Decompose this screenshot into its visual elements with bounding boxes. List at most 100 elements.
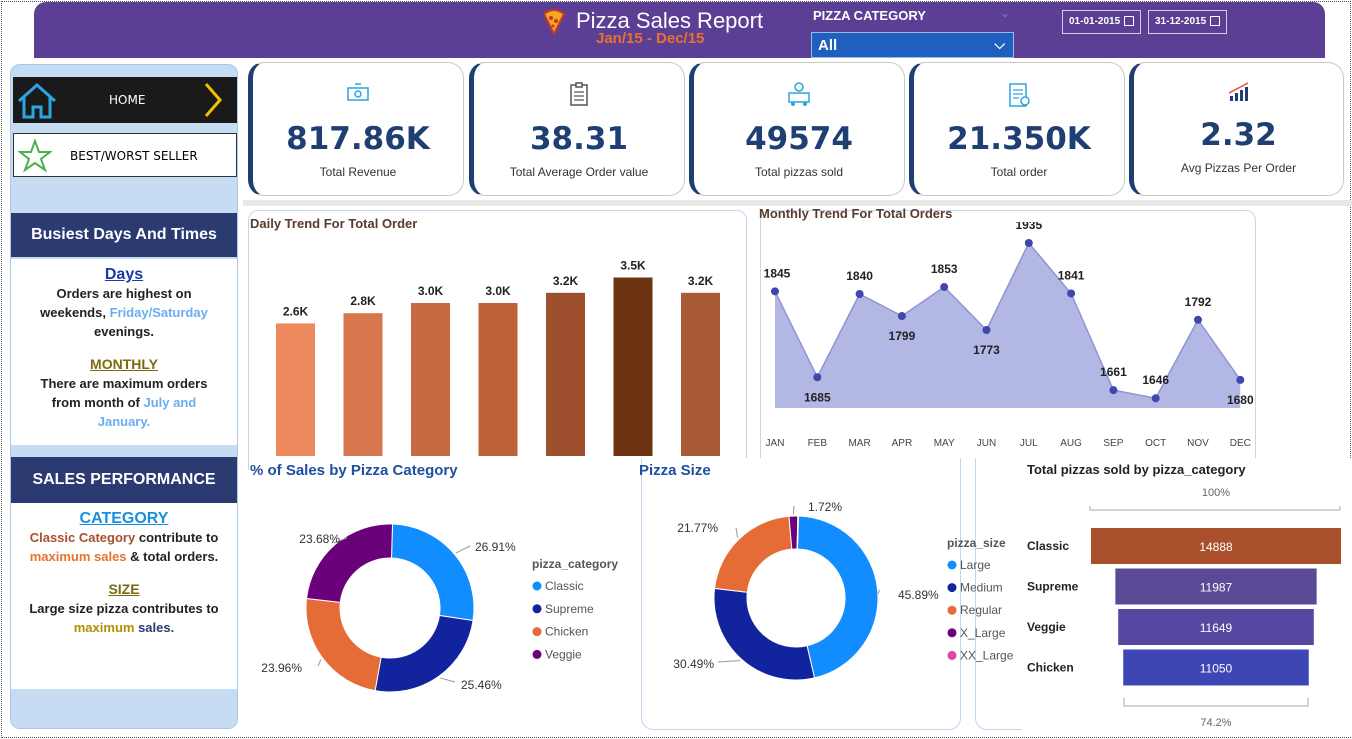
monthly-point	[1236, 375, 1245, 384]
daily-bar-label: 3.5K	[620, 259, 646, 273]
daily-bar	[276, 323, 315, 456]
best-worst-seller-button[interactable]: BEST/WORST SELLER	[13, 133, 237, 177]
category-text-2: & total orders.	[130, 549, 219, 564]
monthly-point	[1024, 239, 1033, 247]
funnel-bracket	[1089, 506, 1341, 511]
legend-item: Classic	[545, 579, 584, 593]
kpi-label: Total Average Order value	[509, 165, 649, 179]
kpi-label: Avg Pizzas Per Order	[1180, 161, 1297, 175]
size-text-1: Large size pizza contributes to	[29, 601, 219, 616]
daily-bar	[411, 303, 450, 456]
daily-bar	[546, 292, 585, 456]
category-heading: CATEGORY	[79, 510, 169, 527]
monthly-highlight-2: January.	[97, 414, 151, 429]
kpi-value: 21.350K	[947, 121, 1091, 157]
monthly-point	[813, 373, 822, 382]
monthly-trend-chart: 1845 JAN 1685 FEB 1840 MAR 1799 APR 1853 MAY 1773 J…	[764, 222, 1254, 449]
monthly-point-label: 1646	[1142, 373, 1169, 387]
monthly-axis-tick: NOV	[1187, 438, 1209, 449]
pizza-slice-icon	[542, 9, 566, 36]
monthly-axis-tick: SEP	[1103, 438, 1123, 449]
star-icon	[18, 139, 52, 173]
legend-marker	[532, 627, 542, 637]
monthly-axis-tick: AUG	[1060, 438, 1082, 449]
monthly-point-label: 1841	[1058, 268, 1085, 282]
funnel-bracket	[1123, 698, 1309, 707]
monthly-point	[855, 290, 864, 299]
donut-slice	[390, 523, 475, 622]
sales-category-donut: 26.91% 25.46% 23.96% 23.68% pizza_category Cl…	[261, 523, 618, 693]
donut-leader-line	[439, 677, 456, 683]
category-bar-value: 11649	[1200, 621, 1233, 635]
legend-marker	[532, 604, 542, 614]
legend-item: XX_Large	[960, 648, 1014, 662]
size-heading: SIZE	[108, 581, 140, 597]
donut-leader-line	[455, 545, 471, 554]
donut-leader-line	[317, 659, 322, 667]
home-button[interactable]: HOME	[13, 77, 237, 123]
category-text-1: contribute to	[138, 530, 219, 545]
monthly-axis-tick: APR	[892, 438, 913, 449]
legend-marker	[947, 583, 957, 593]
category-bar-title: Total pizzas sold by pizza_category	[1027, 462, 1246, 477]
monthly-point-label: 1799	[889, 329, 916, 343]
money-icon	[347, 83, 369, 101]
category-bar-value: 11987	[1200, 581, 1233, 595]
delivery-icon	[788, 82, 810, 106]
monthly-point	[1151, 394, 1160, 403]
monthly-axis-tick: FEB	[808, 438, 828, 449]
kpi-value: 49574	[745, 121, 853, 157]
donut-value-label: 45.89%	[898, 588, 939, 602]
legend-marker	[947, 560, 957, 570]
daily-bar-label: 3.2K	[688, 274, 714, 288]
donut-value-label: 26.91%	[475, 540, 516, 554]
best-worst-label: BEST/WORST SELLER	[70, 149, 198, 163]
kpi-label: Total pizzas sold	[754, 165, 844, 179]
chevron-down-icon[interactable]: ⌄	[1000, 6, 1010, 20]
daily-bar	[681, 292, 720, 456]
kpi-value: 817.86K	[286, 121, 430, 157]
category-dropdown[interactable]: All ⌵	[811, 32, 1014, 58]
donut-value-label: 23.68%	[299, 532, 340, 546]
monthly-point	[1194, 315, 1202, 324]
monthly-axis-tick: DEC	[1230, 438, 1251, 449]
daily-bar-label: 2.8K	[350, 294, 376, 308]
sidebar: HOME BEST/WORST SELLER Busiest Days And …	[10, 64, 238, 729]
monthly-highlight-1: July and	[143, 395, 197, 410]
sales-performance-title: SALES PERFORMANCE	[11, 457, 237, 503]
legend-marker	[947, 628, 957, 638]
kpi-card-revenue: 817.86K Total Revenue	[248, 62, 464, 196]
legend-marker	[532, 581, 542, 591]
kpi-label: Total Revenue	[319, 165, 397, 179]
legend-item: Regular	[960, 603, 1002, 617]
monthly-text-1: There are maximum orders	[40, 376, 208, 391]
daily-bar-label: 3.2K	[553, 274, 579, 288]
kpi-value: 2.32	[1200, 117, 1277, 153]
monthly-axis-tick: JUN	[977, 438, 996, 449]
days-text-3: evenings.	[94, 324, 154, 339]
daily-trend-title: Daily Trend For Total Order	[250, 216, 418, 231]
monthly-point	[1067, 289, 1076, 298]
date-to-input[interactable]: 31-12-2015	[1148, 10, 1228, 34]
date-to-value: 31-12-2015	[1155, 16, 1207, 27]
monthly-trend-title: Monthly Trend For Total Orders	[759, 206, 953, 221]
date-from-input[interactable]: 01-01-2015	[1062, 10, 1142, 34]
monthly-point-label: 1845	[764, 266, 791, 280]
category-bar-label: Veggie	[1027, 620, 1066, 634]
funnel-top-label: 100%	[1202, 487, 1230, 499]
daily-bar	[343, 313, 383, 456]
category-dropdown-value: All	[818, 37, 838, 54]
donut-slice	[305, 597, 382, 692]
daily-bar	[478, 303, 518, 456]
donut-leader-line	[717, 660, 741, 663]
chevron-right-icon	[204, 83, 222, 117]
donut-value-label: 23.96%	[261, 661, 302, 675]
legend-marker	[947, 650, 957, 660]
donut-slice	[714, 515, 793, 593]
daily-bar	[613, 277, 653, 456]
donut-leader-line	[735, 527, 739, 538]
growth-chart-icon	[1228, 82, 1248, 101]
category-bar-label: Chicken	[1027, 661, 1074, 675]
donut-value-label: 30.49%	[673, 657, 714, 671]
donut-slice	[796, 515, 879, 679]
